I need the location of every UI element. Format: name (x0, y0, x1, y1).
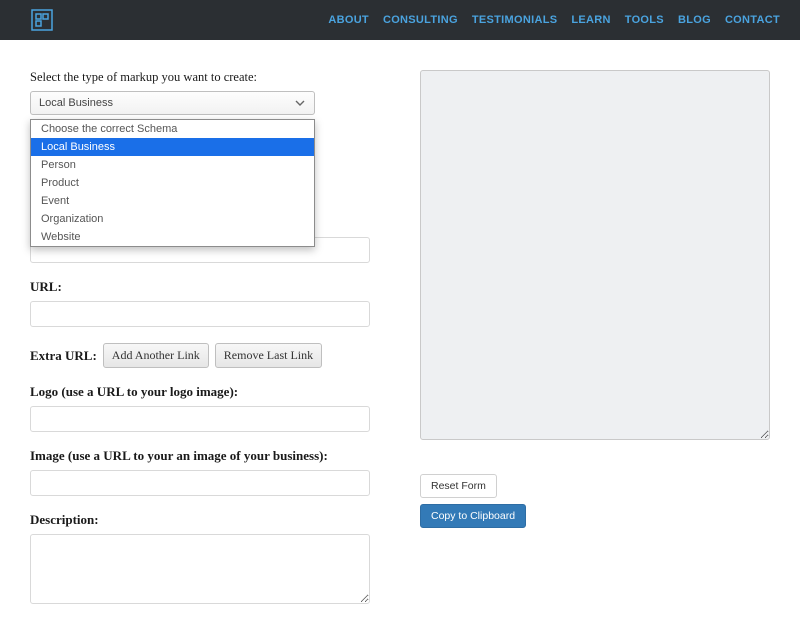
chevron-down-icon (294, 97, 306, 109)
schema-option-product[interactable]: Product (31, 174, 314, 192)
nav-blog[interactable]: BLOG (678, 14, 711, 26)
copy-clipboard-button[interactable]: Copy to Clipboard (420, 504, 526, 528)
url-label: URL: (30, 279, 370, 295)
top-navbar: ABOUT CONSULTING TESTIMONIALS LEARN TOOL… (0, 0, 800, 40)
form-column: Select the type of markup you want to cr… (30, 70, 370, 608)
description-input[interactable] (30, 534, 370, 604)
schema-option-event[interactable]: Event (31, 192, 314, 210)
nav-testimonials[interactable]: TESTIMONIALS (472, 14, 558, 26)
nav-tools[interactable]: TOOLS (625, 14, 664, 26)
nav-contact[interactable]: CONTACT (725, 14, 780, 26)
add-link-button[interactable]: Add Another Link (103, 343, 209, 368)
nav-consulting[interactable]: CONSULTING (383, 14, 458, 26)
schema-option-person[interactable]: Person (31, 156, 314, 174)
logo-input[interactable] (30, 406, 370, 432)
schema-option-website[interactable]: Website (31, 228, 314, 246)
schema-option-local-business[interactable]: Local Business (31, 138, 314, 156)
logo-label: Logo (use a URL to your logo image): (30, 384, 370, 400)
schema-select[interactable]: Local Business (30, 91, 315, 115)
reset-form-button[interactable]: Reset Form (420, 474, 497, 498)
markup-type-label: Select the type of markup you want to cr… (30, 70, 370, 85)
url-input[interactable] (30, 301, 370, 327)
site-logo[interactable] (30, 8, 54, 32)
schema-dropdown: Choose the correct Schema Local Business… (30, 119, 315, 247)
nav-learn[interactable]: LEARN (571, 14, 610, 26)
image-label: Image (use a URL to your an image of you… (30, 448, 370, 464)
schema-select-value: Local Business (39, 97, 113, 109)
output-column: Reset Form Copy to Clipboard (420, 70, 770, 608)
image-input[interactable] (30, 470, 370, 496)
description-label: Description: (30, 512, 370, 528)
extra-url-label: Extra URL: (30, 348, 97, 364)
nav-about[interactable]: ABOUT (328, 14, 369, 26)
remove-link-button[interactable]: Remove Last Link (215, 343, 322, 368)
schema-option-choose[interactable]: Choose the correct Schema (31, 120, 314, 138)
nav-links: ABOUT CONSULTING TESTIMONIALS LEARN TOOL… (328, 14, 780, 26)
output-textarea[interactable] (420, 70, 770, 440)
schema-option-organization[interactable]: Organization (31, 210, 314, 228)
